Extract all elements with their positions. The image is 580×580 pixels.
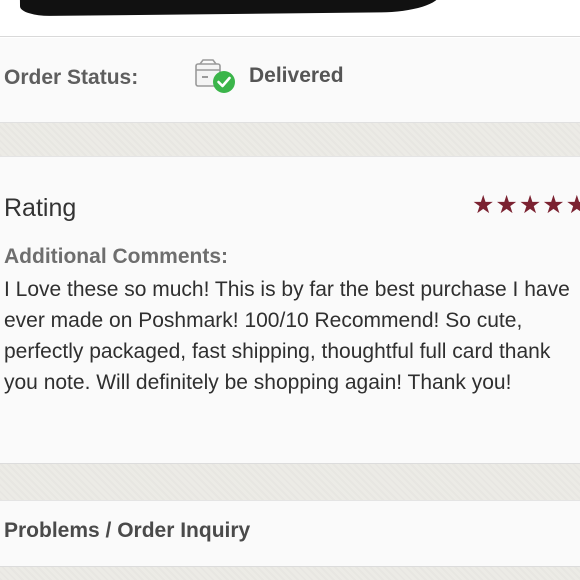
problems-order-inquiry-link[interactable]: Problems / Order Inquiry (4, 519, 250, 543)
order-status-value: Delivered (249, 64, 344, 87)
redaction-scribble (19, 0, 441, 17)
additional-comments-label: Additional Comments: (4, 245, 228, 268)
rating-title: Rating (4, 194, 77, 222)
redacted-header (0, 0, 580, 37)
delivered-box-check-icon (194, 58, 236, 94)
section-divider (0, 463, 580, 501)
order-status-label: Order Status: (4, 66, 139, 89)
rating-stars: ★★★★★ (472, 191, 580, 219)
section-divider (0, 566, 580, 580)
comment-text: I Love these so much! This is by far the… (4, 278, 570, 394)
order-details-page: Order Status: Delivered Rating ★★★★★ Add… (0, 0, 580, 580)
section-divider (0, 122, 580, 157)
